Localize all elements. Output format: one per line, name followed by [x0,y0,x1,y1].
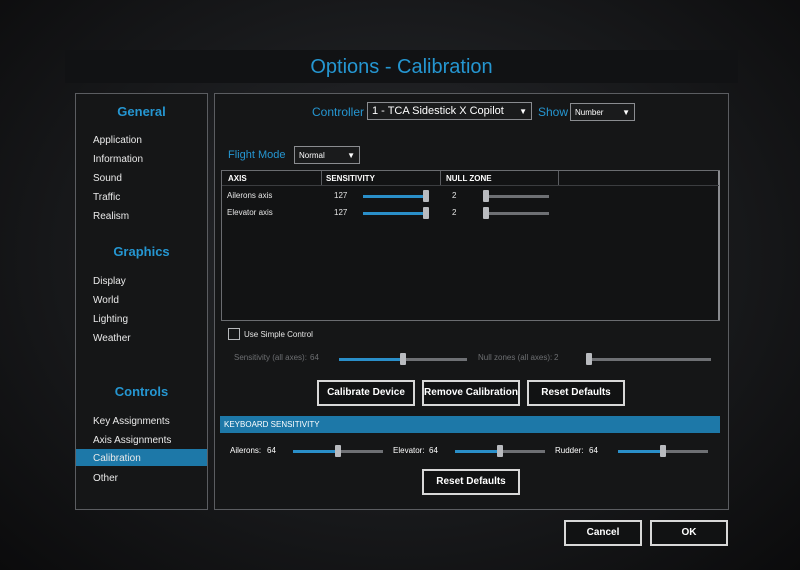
null-zone-value: 2 [452,191,457,200]
column-header-axis[interactable]: AXIS [228,174,247,183]
rudder-label: Rudder: [555,446,584,455]
slider-track [483,212,549,215]
column-header-sensitivity[interactable]: SENSITIVITY [326,174,375,183]
slider-thumb[interactable] [423,190,429,202]
rudder-slider[interactable] [618,445,708,457]
slider-fill [618,450,663,453]
axis-table: AXIS SENSITIVITY NULL ZONE Ailerons axis… [221,170,720,321]
column-header-null-zone[interactable]: NULL ZONE [446,174,492,183]
flight-mode-select[interactable]: Normal ▼ [294,146,360,164]
slider-track [586,358,711,361]
nullzone-all-label: Null zones (all axes): [478,353,553,362]
sidebar: General Application Information Sound Tr… [75,93,208,510]
column-divider [440,171,441,185]
slider-thumb[interactable] [586,353,592,365]
axis-name: Ailerons axis [227,191,273,200]
rudder-value: 64 [589,446,598,455]
remove-calibration-button[interactable]: Remove Calibration [422,380,520,406]
slider-thumb[interactable] [483,207,489,219]
show-value: Number [575,108,604,117]
nullzone-all-value: 2 [554,353,559,362]
sidebar-item-lighting[interactable]: Lighting [93,314,128,325]
sensitivity-all-slider[interactable] [339,353,467,365]
axis-name: Elevator axis [227,208,273,217]
slider-thumb[interactable] [497,445,503,457]
sensitivity-value: 127 [334,208,348,217]
ailerons-label: Ailerons: [230,446,262,455]
calibrate-device-button[interactable]: Calibrate Device [317,380,415,406]
window-title: Options - Calibration [310,56,493,78]
nullzone-all-slider[interactable] [586,353,711,365]
title-bar: Options - Calibration [65,50,738,83]
sidebar-item-traffic[interactable]: Traffic [93,192,120,203]
column-divider [558,171,559,185]
sidebar-item-calibration[interactable]: Calibration [76,449,207,466]
keyboard-sensitivity-title: KEYBOARD SENSITIVITY [224,420,320,429]
cancel-button[interactable]: Cancel [564,520,642,546]
sensitivity-all-label: Sensitivity (all axes): [234,353,307,362]
ailerons-value: 64 [267,446,276,455]
sidebar-item-world[interactable]: World [93,295,119,306]
show-label: Show [538,105,569,119]
chevron-down-icon: ▼ [519,107,527,116]
elevator-slider[interactable] [455,445,545,457]
sensitivity-value: 127 [334,191,348,200]
sidebar-item-weather[interactable]: Weather [93,333,131,344]
slider-thumb[interactable] [335,445,341,457]
sidebar-item-information[interactable]: Information [93,154,143,165]
chevron-down-icon: ▼ [347,151,355,160]
slider-fill [339,358,403,361]
header-divider [222,185,719,186]
sidebar-item-sound[interactable]: Sound [93,173,122,184]
sensitivity-slider[interactable] [363,190,429,202]
slider-track [483,195,549,198]
table-scrollbar[interactable] [718,171,720,320]
slider-fill [293,450,338,453]
controller-select[interactable]: 1 - TCA Sidestick X Copilot ▼ [367,102,532,120]
sidebar-item-realism[interactable]: Realism [93,211,129,222]
controller-value: 1 - TCA Sidestick X Copilot [372,105,504,117]
null-zone-value: 2 [452,208,457,217]
sidebar-item-display[interactable]: Display [93,276,126,287]
slider-thumb[interactable] [483,190,489,202]
controller-label: Controller [312,105,365,119]
use-simple-control-checkbox[interactable] [228,328,240,340]
flight-mode-label: Flight Mode [228,149,286,161]
elevator-value: 64 [429,446,438,455]
section-title-general: General [117,104,166,119]
keyboard-reset-defaults-button[interactable]: Reset Defaults [422,469,520,495]
null-zone-slider[interactable] [483,207,549,219]
sensitivity-slider[interactable] [363,207,429,219]
slider-thumb[interactable] [423,207,429,219]
sidebar-item-key-assignments[interactable]: Key Assignments [93,416,170,427]
slider-fill [363,212,426,215]
use-simple-control-label: Use Simple Control [244,330,313,339]
slider-thumb[interactable] [660,445,666,457]
section-title-controls: Controls [114,384,169,399]
section-title-graphics: Graphics [113,244,170,259]
null-zone-slider[interactable] [483,190,549,202]
sidebar-item-axis-assignments[interactable]: Axis Assignments [93,435,171,446]
sensitivity-all-value: 64 [310,353,319,362]
elevator-label: Elevator: [393,446,425,455]
show-select[interactable]: Number ▼ [570,103,635,121]
reset-defaults-button[interactable]: Reset Defaults [527,380,625,406]
ailerons-slider[interactable] [293,445,383,457]
sidebar-item-application[interactable]: Application [93,135,142,146]
sidebar-item-other[interactable]: Other [93,473,118,484]
sidebar-item-calibration-label: Calibration [93,453,141,464]
slider-thumb[interactable] [400,353,406,365]
slider-fill [455,450,500,453]
ok-button[interactable]: OK [650,520,728,546]
column-divider [321,171,322,185]
flight-mode-value: Normal [299,151,325,160]
keyboard-sensitivity-header: KEYBOARD SENSITIVITY [220,416,720,433]
slider-fill [363,195,426,198]
chevron-down-icon: ▼ [622,108,630,117]
